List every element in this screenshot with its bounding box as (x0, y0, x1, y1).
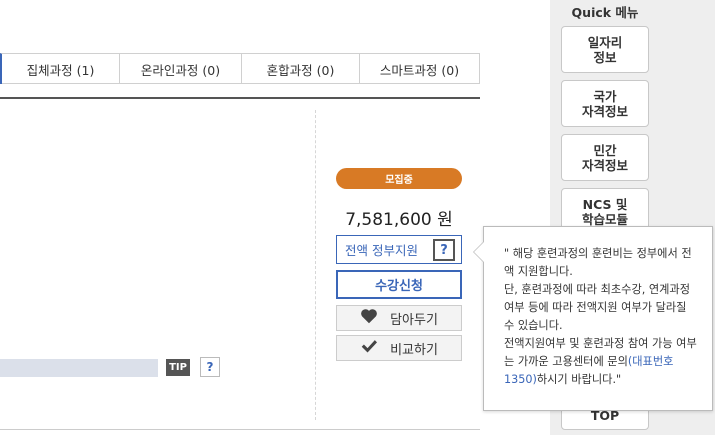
course-type-tabs: 집체과정 (1) 온라인과정 (0) 혼합과정 (0) 스마트과정 (0) (0, 53, 480, 84)
heart-icon (360, 308, 378, 328)
tab-blended[interactable]: 혼합과정 (0) (242, 53, 360, 84)
tab-online[interactable]: 온라인과정 (0) (120, 53, 242, 84)
compare-label: 비교하기 (390, 342, 438, 358)
quick-menu-title: Quick 메뉴 (571, 5, 639, 20)
tooltip-line-3-post: 하시기 바랍니다." (536, 373, 622, 386)
quick-national-cert-button[interactable]: 국가 자격정보 (561, 80, 649, 127)
bookmark-label: 담아두기 (390, 312, 438, 328)
check-icon (360, 338, 378, 358)
quick-private-cert-button[interactable]: 민간 자격정보 (561, 134, 649, 181)
tip-help-button[interactable]: ? (200, 357, 220, 377)
status-badge: 모집중 (336, 168, 462, 189)
section-divider (0, 97, 480, 99)
quick-jobs-button[interactable]: 일자리 정보 (561, 26, 649, 73)
tooltip-arrow-inner (474, 242, 484, 262)
tab-smart[interactable]: 스마트과정 (0) (360, 53, 480, 84)
gov-support-help-button[interactable]: ? (433, 239, 455, 261)
apply-button[interactable]: 수강신청 (336, 270, 462, 299)
gov-support-text: 전액 정부지원 (345, 243, 418, 258)
tooltip-line-2: 단, 훈련과정에 따라 최초수강, 연계과정 여부 등에 따라 전액지원 여부가… (504, 283, 691, 332)
support-tooltip: " 해당 훈련과정의 훈련비는 정부에서 전액 지원합니다. 단, 훈련과정에 … (473, 226, 713, 411)
tooltip-line-3: 전액지원여부 및 훈련과정 참여 가능 여부는 가까운 고용센터에 문의(대표번… (504, 335, 698, 389)
tip-badge: TIP (166, 359, 190, 376)
row-divider (0, 429, 480, 430)
tooltip-line-1: " 해당 훈련과정의 훈련비는 정부에서 전액 지원합니다. (504, 247, 692, 278)
gov-support-label: 전액 정부지원 ? (336, 235, 462, 264)
compare-button[interactable]: 비교하기 (336, 335, 462, 361)
course-price: 7,581,600 원 (345, 210, 453, 230)
info-bar (0, 359, 158, 377)
bookmark-button[interactable]: 담아두기 (336, 305, 462, 331)
tab-classroom[interactable]: 집체과정 (1) (0, 53, 120, 84)
column-divider (315, 110, 316, 420)
